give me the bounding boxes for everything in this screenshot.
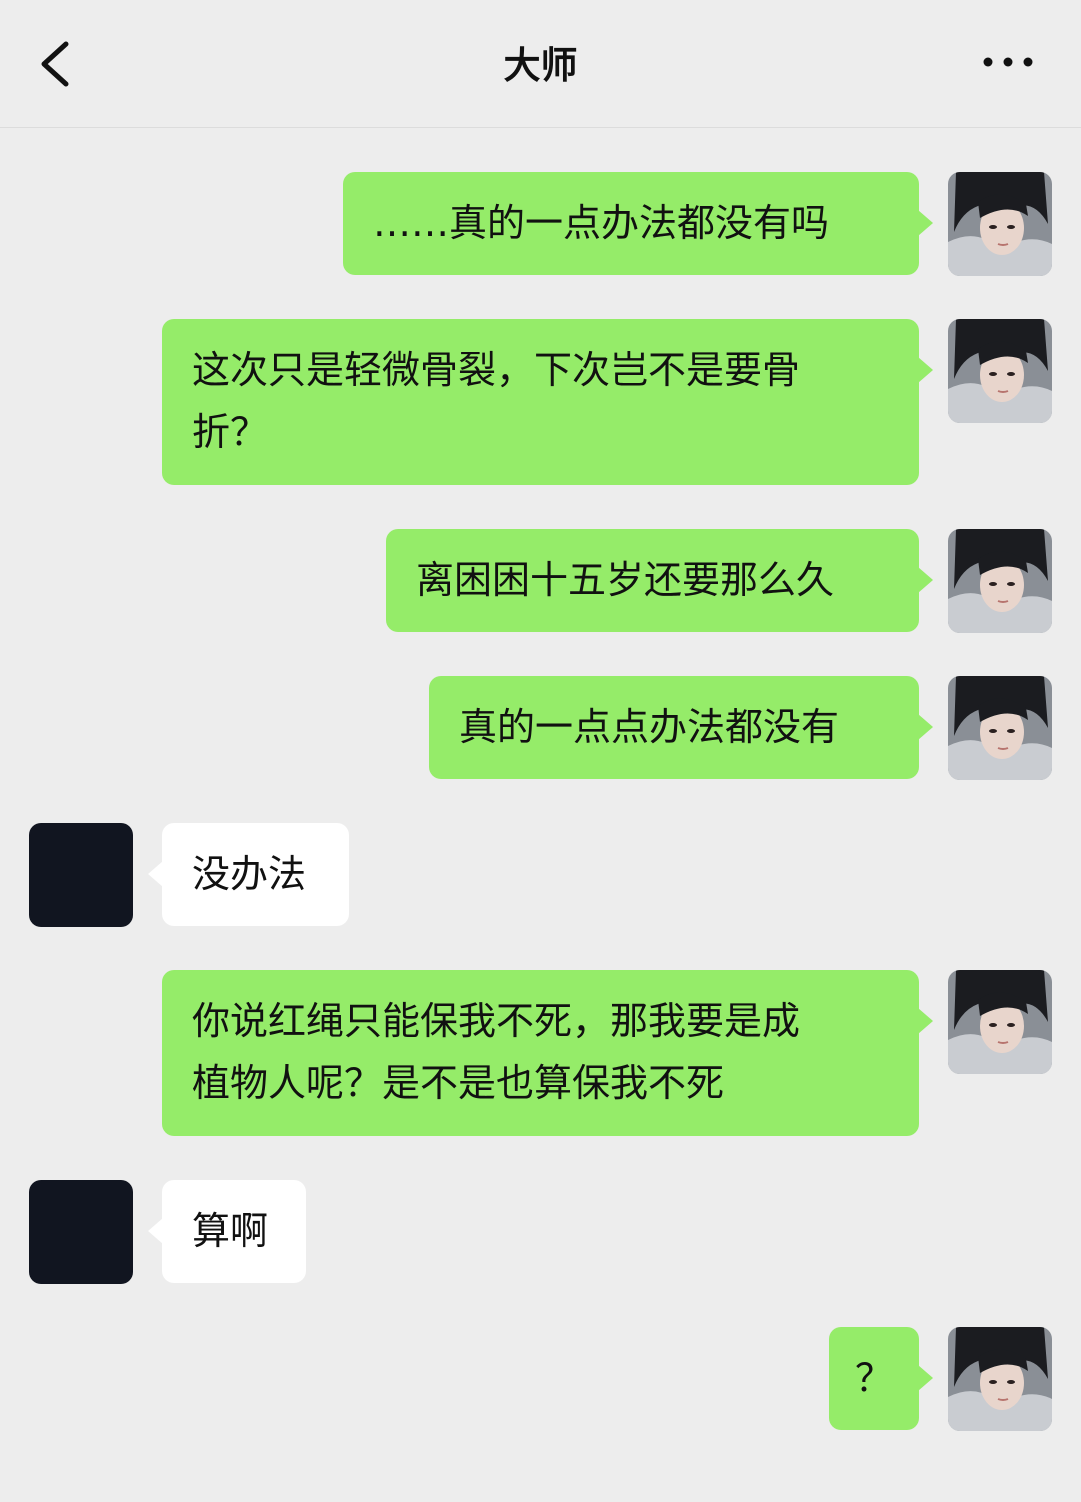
chat-title: 大师: [503, 44, 578, 87]
portrait-avatar-image: [948, 1327, 1052, 1431]
outgoing-message-bubble[interactable]: 你说红绳只能保我不死，那我要是成 植物人呢？是不是也算保我不死: [162, 970, 933, 1136]
incoming-message-bubble[interactable]: 算啊: [148, 1180, 306, 1283]
portrait-avatar-image: [948, 319, 1052, 423]
portrait-avatar-image: [948, 529, 1052, 633]
my-avatar[interactable]: [948, 676, 1052, 780]
portrait-avatar-image: [948, 676, 1052, 780]
my-avatar[interactable]: [948, 529, 1052, 633]
my-avatar[interactable]: [948, 1327, 1052, 1431]
more-button[interactable]: [980, 50, 1036, 74]
message-list[interactable]: ……真的一点办法都没有吗 这次只是轻微骨裂，下次岂不是要骨 折？ 离困困十五岁还…: [0, 128, 1081, 1502]
chat-header: 大师: [0, 0, 1081, 128]
portrait-avatar-image: [948, 172, 1052, 276]
portrait-avatar-image: [948, 970, 1052, 1074]
outgoing-message-bubble[interactable]: 真的一点点办法都没有: [429, 676, 933, 779]
outgoing-message-bubble[interactable]: ……真的一点办法都没有吗: [343, 172, 933, 275]
outgoing-message-bubble[interactable]: 这次只是轻微骨裂，下次岂不是要骨 折？: [162, 319, 933, 485]
my-avatar[interactable]: [948, 970, 1052, 1074]
incoming-message-bubble[interactable]: 没办法: [148, 823, 349, 926]
contact-avatar[interactable]: [29, 823, 133, 927]
outgoing-message-bubble[interactable]: 离困困十五岁还要那么久: [386, 529, 933, 632]
my-avatar[interactable]: [948, 319, 1052, 423]
outgoing-message-bubble[interactable]: ？: [829, 1327, 933, 1430]
my-avatar[interactable]: [948, 172, 1052, 276]
contact-avatar[interactable]: [29, 1180, 133, 1284]
ellipsis-icon: [983, 57, 1033, 67]
